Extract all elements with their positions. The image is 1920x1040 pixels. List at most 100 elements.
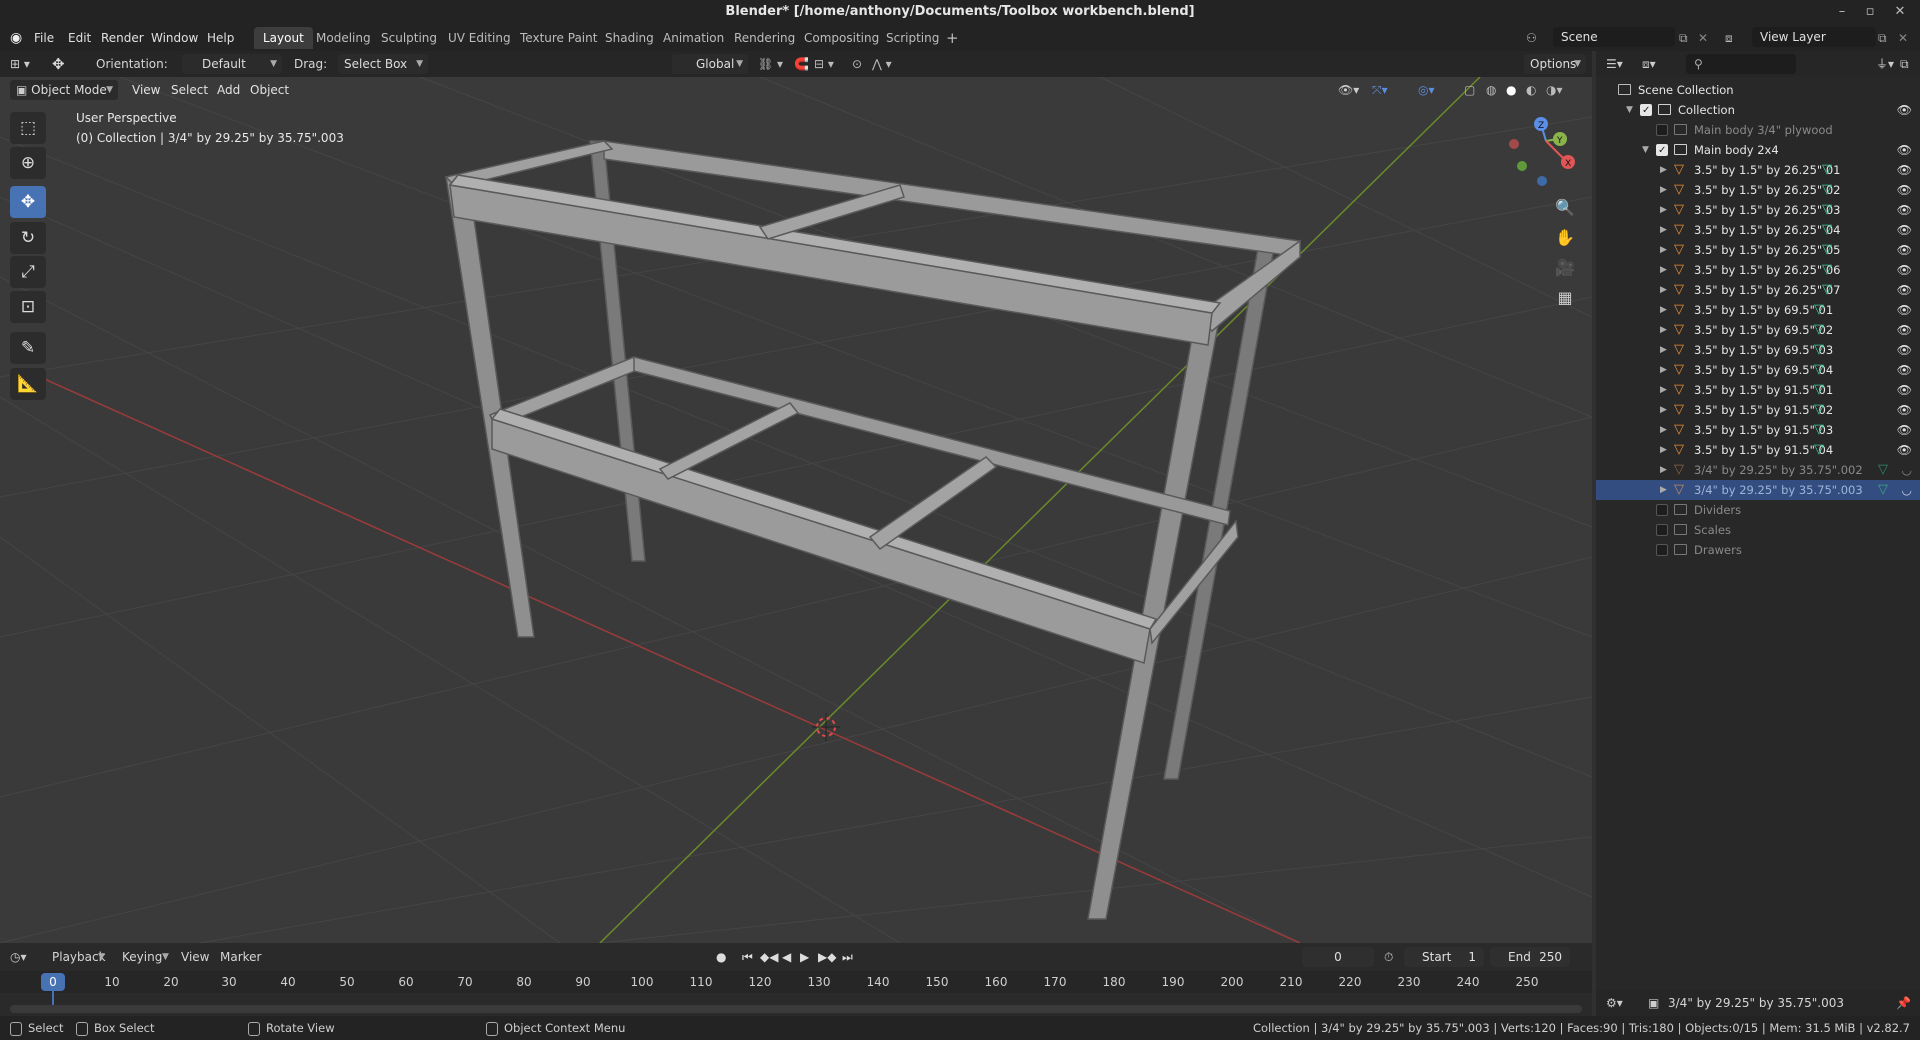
keying-caret-icon[interactable]: ▼ <box>162 947 169 967</box>
rotate-tool-icon[interactable]: ↻ <box>10 222 46 254</box>
delete-view-layer-icon[interactable]: ✕ <box>1898 28 1908 48</box>
scene-field[interactable]: Scene <box>1553 27 1675 47</box>
new-scene-icon[interactable]: ⧉ <box>1679 28 1688 48</box>
cursor-tool-icon[interactable]: ⊕ <box>10 147 46 179</box>
eye-icon[interactable]: 👁 <box>1897 340 1912 360</box>
eye-icon[interactable]: 👁 <box>1897 160 1912 180</box>
outliner-plywood[interactable]: Main body 3/4" plywood <box>1596 120 1920 140</box>
overlay-icon[interactable]: ◎▾ <box>1418 80 1435 100</box>
end-frame-field[interactable]: End 250 <box>1490 947 1570 967</box>
pin-icon[interactable]: 📌 <box>1896 993 1911 1013</box>
outliner-collection[interactable]: ▼ Collection 👁 <box>1596 100 1920 121</box>
proportional-edit-icon[interactable]: ⊙ <box>852 54 862 74</box>
expand-icon[interactable]: ▶ <box>1660 400 1667 420</box>
menu-help[interactable]: Help <box>207 28 234 48</box>
menu-keying[interactable]: Keying <box>122 947 162 967</box>
viewport-scene[interactable]: Z Y X <box>0 77 1592 943</box>
outliner-object[interactable]: ▶ ▽ 3.5" by 1.5" by 91.5" 02 ▽ 👁 <box>1596 400 1920 420</box>
play-reverse-icon[interactable]: ◀ <box>782 947 791 967</box>
tab-rendering[interactable]: Rendering <box>725 27 804 49</box>
editor-type-icon[interactable]: ⊞ ▾ <box>10 54 30 74</box>
current-frame-field[interactable]: 0 <box>1302 947 1374 967</box>
jump-end-icon[interactable]: ⏭ <box>842 947 853 967</box>
expand-icon[interactable]: ▶ <box>1660 320 1667 340</box>
plywood-checkbox[interactable] <box>1656 124 1668 136</box>
scene-icon[interactable]: ⚇ <box>1526 28 1537 48</box>
collection-checkbox[interactable] <box>1656 544 1668 556</box>
outliner-object[interactable]: ▶ ▽ 3.5" by 1.5" by 26.25" 01 ▽ 👁 <box>1596 160 1920 180</box>
menu-file[interactable]: File <box>34 28 54 48</box>
start-frame-field[interactable]: Start 1 <box>1404 947 1484 967</box>
eye-icon[interactable]: 👁 <box>1897 180 1912 200</box>
tab-compositing[interactable]: Compositing <box>795 27 888 49</box>
measure-tool-icon[interactable]: 📐 <box>10 368 46 400</box>
new-view-layer-icon[interactable]: ⧉ <box>1878 28 1887 48</box>
next-keyframe-icon[interactable]: ▶◆ <box>818 947 836 967</box>
blender-logo-icon[interactable]: ◉ <box>10 28 22 48</box>
tab-texture-paint[interactable]: Texture Paint <box>511 27 606 49</box>
rendered-shading-icon[interactable]: ◑▾ <box>1546 80 1563 100</box>
outliner-object[interactable]: ▶ ▽ 3.5" by 1.5" by 69.5" 02 ▽ 👁 <box>1596 320 1920 340</box>
expand-icon[interactable]: ▶ <box>1660 480 1667 500</box>
eye-closed-icon[interactable]: ◡ <box>1902 480 1912 500</box>
falloff-icon[interactable]: ⋀ ▾ <box>872 54 892 74</box>
expand-icon[interactable]: ▶ <box>1660 360 1667 380</box>
tab-modeling[interactable]: Modeling <box>307 27 380 49</box>
menu-view[interactable]: View <box>132 80 160 100</box>
camera-view-icon[interactable]: 🎥 <box>1550 253 1580 283</box>
ortho-toggle-icon[interactable]: ▦ <box>1550 283 1580 313</box>
3d-viewport[interactable]: Z Y X <box>0 77 1592 943</box>
outliner-object[interactable]: ▶ ▽ 3.5" by 1.5" by 26.25" 05 ▽ 👁 <box>1596 240 1920 260</box>
eye-icon[interactable]: 👁 <box>1897 140 1912 160</box>
expand-icon[interactable]: ▶ <box>1660 260 1667 280</box>
timeline-scrollbar[interactable] <box>10 1005 1582 1013</box>
expand-icon[interactable]: ▶ <box>1660 340 1667 360</box>
outliner-object[interactable]: ▶ ▽ 3.5" by 1.5" by 91.5" 01 ▽ 👁 <box>1596 380 1920 400</box>
expand-icon[interactable]: ▶ <box>1660 280 1667 300</box>
display-mode-icon[interactable]: ⧈▾ <box>1642 54 1656 74</box>
eye-icon[interactable]: 👁 <box>1897 380 1912 400</box>
annotate-tool-icon[interactable]: ✎ <box>10 332 46 364</box>
eye-icon[interactable]: 👁 <box>1897 440 1912 460</box>
eye-icon[interactable]: 👁 <box>1897 100 1912 120</box>
eye-icon[interactable]: 👁 <box>1897 300 1912 320</box>
eye-icon[interactable]: 👁 <box>1897 260 1912 280</box>
outliner-object[interactable]: ▶ ▽ 3.5" by 1.5" by 69.5" 03 ▽ 👁 <box>1596 340 1920 360</box>
outliner-hidden-object[interactable]: ▶ ▽ 3/4" by 29.25" by 35.75".002 ▽ ◡ <box>1596 460 1920 480</box>
collection-checkbox[interactable] <box>1640 101 1652 121</box>
expand-icon[interactable]: ▶ <box>1660 160 1667 180</box>
tab-scripting[interactable]: Scripting <box>877 27 948 49</box>
menu-marker[interactable]: Marker <box>220 947 261 967</box>
main-body-checkbox[interactable] <box>1656 141 1668 161</box>
eye-icon[interactable]: 👁 <box>1897 220 1912 240</box>
playback-caret-icon[interactable]: ▼ <box>98 947 105 967</box>
visibility-icon[interactable]: 👁▾ <box>1338 80 1359 100</box>
snap-target-icon[interactable]: ⊟ ▾ <box>814 54 834 74</box>
outliner-collection-scales[interactable]: Scales <box>1596 520 1920 540</box>
tab-shading[interactable]: Shading <box>596 27 663 49</box>
properties-editor-icon[interactable]: ⚙▾ <box>1606 993 1623 1013</box>
stopwatch-icon[interactable]: ⏱ <box>1384 947 1393 967</box>
expand-icon[interactable]: ▶ <box>1660 300 1667 320</box>
filter-icon[interactable]: ⏚▾ <box>1876 54 1894 74</box>
eye-icon[interactable]: 👁 <box>1897 200 1912 220</box>
material-shading-icon[interactable]: ◐ <box>1526 80 1536 100</box>
pivot-point-icon[interactable]: ⛓ ▾ <box>758 54 783 74</box>
expand-icon[interactable]: ▶ <box>1660 180 1667 200</box>
view-layer-icon[interactable]: ⧈ <box>1725 28 1733 48</box>
outliner-editor-icon[interactable]: ☰▾ <box>1606 54 1623 74</box>
collection-checkbox[interactable] <box>1656 504 1668 516</box>
orientation-dropdown[interactable]: Default ▼ <box>182 54 282 74</box>
expand-icon[interactable]: ▶ <box>1660 380 1667 400</box>
expand-icon[interactable]: ▶ <box>1660 240 1667 260</box>
outliner-search-input[interactable]: ⚲ <box>1686 54 1796 74</box>
outliner-scene-collection[interactable]: Scene Collection <box>1596 80 1920 100</box>
gizmo-icon[interactable]: ⤧▾ <box>1372 80 1388 100</box>
expand-icon[interactable]: ▶ <box>1660 420 1667 440</box>
drag-dropdown[interactable]: Select Box ▼ <box>338 54 428 74</box>
menu-object[interactable]: Object <box>250 80 289 100</box>
outliner-object[interactable]: ▶ ▽ 3.5" by 1.5" by 69.5" 04 ▽ 👁 <box>1596 360 1920 380</box>
record-icon[interactable]: ● <box>716 947 726 967</box>
expand-icon[interactable]: ▶ <box>1660 460 1667 480</box>
solid-shading-icon[interactable]: ● <box>1506 80 1516 100</box>
